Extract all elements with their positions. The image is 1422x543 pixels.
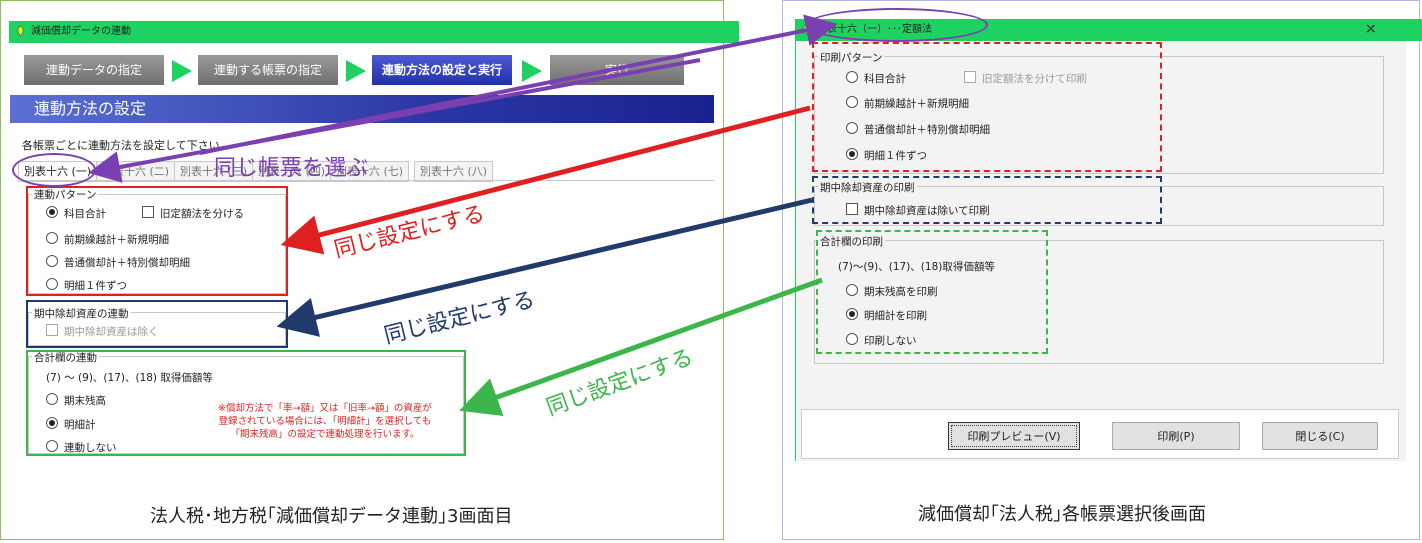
navy-arrow <box>276 197 813 337</box>
purple-arrow-to-tab <box>88 58 701 183</box>
annotation-same-form: 同じ帳票を選ぶ <box>214 156 369 181</box>
annotation-arrows <box>88 14 838 417</box>
